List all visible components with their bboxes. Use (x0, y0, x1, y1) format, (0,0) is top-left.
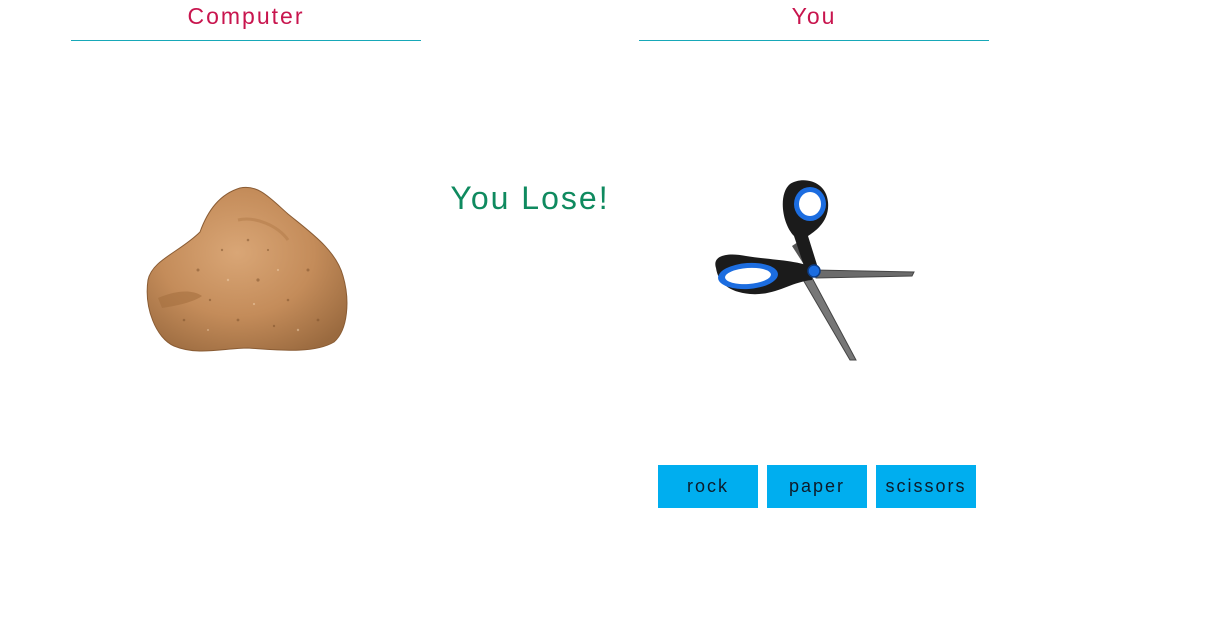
player-heading: You (639, 0, 989, 41)
rock-icon (146, 186, 348, 352)
rock-button[interactable]: rock (658, 465, 758, 508)
result-message: You Lose! (450, 180, 610, 216)
scissors-icon (715, 180, 915, 361)
computer-heading: Computer (71, 0, 421, 41)
scissors-button[interactable]: scissors (876, 465, 976, 508)
paper-button[interactable]: paper (767, 465, 867, 508)
